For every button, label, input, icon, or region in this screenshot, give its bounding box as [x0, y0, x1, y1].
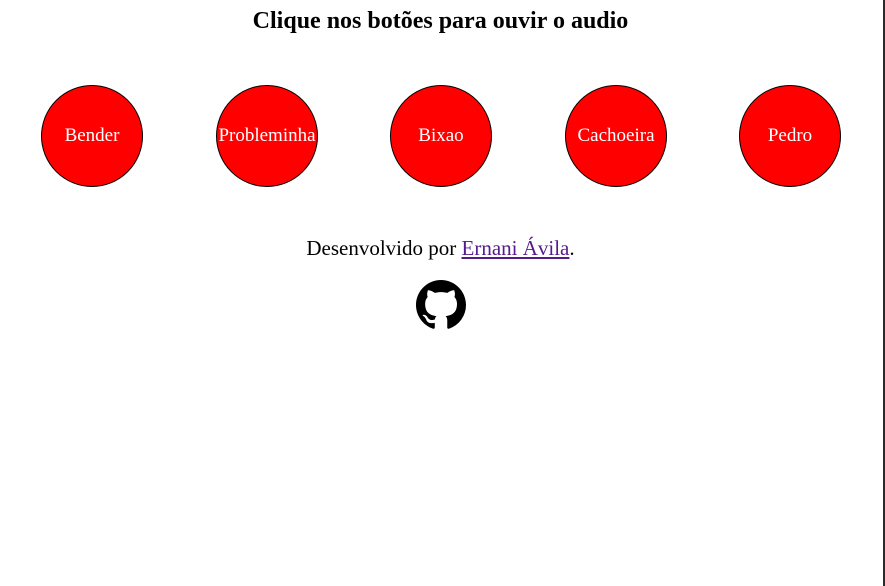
sound-button-bender[interactable]: Bender [41, 85, 143, 187]
credit-line: Desenvolvido por Ernani Ávila. [0, 236, 881, 260]
sound-button-pedro[interactable]: Pedro [739, 85, 841, 187]
sound-button-cachoeira[interactable]: Cachoeira [565, 85, 667, 187]
page: Clique nos botões para ouvir o audio Ben… [0, 0, 885, 586]
github-icon[interactable] [416, 280, 466, 330]
sound-button-bixao[interactable]: Bixao [390, 85, 492, 187]
sound-button-probleminha[interactable]: Probleminha [216, 85, 318, 187]
credit-prefix: Desenvolvido por [306, 236, 462, 260]
credit-suffix: . [569, 236, 575, 260]
sound-buttons: Bender Probleminha Bixao Cachoeira Pedro [41, 85, 841, 187]
page-title: Clique nos botões para ouvir o audio [252, 8, 629, 34]
author-link[interactable]: Ernani Ávila [462, 236, 570, 260]
